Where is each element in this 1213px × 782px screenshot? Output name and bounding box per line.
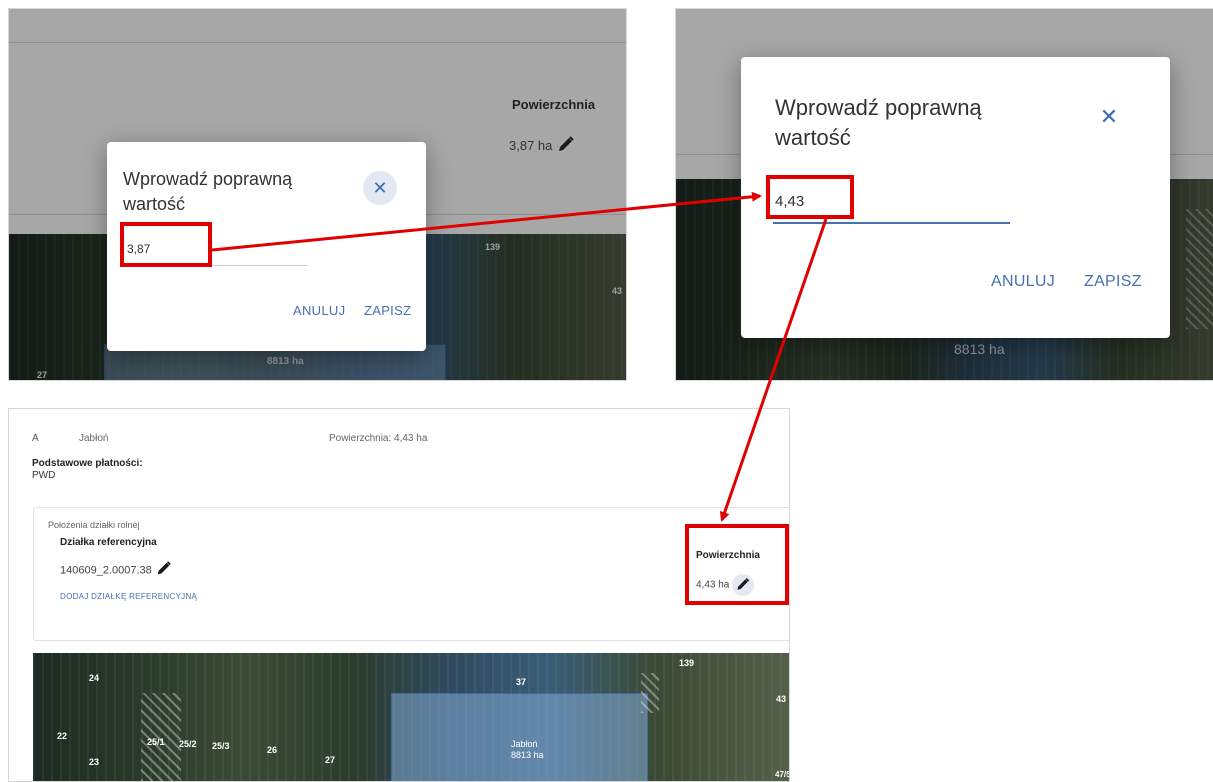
arrow-to-edit xyxy=(211,191,762,252)
annotation-arrows xyxy=(211,191,828,522)
arrow-to-result xyxy=(719,218,828,522)
